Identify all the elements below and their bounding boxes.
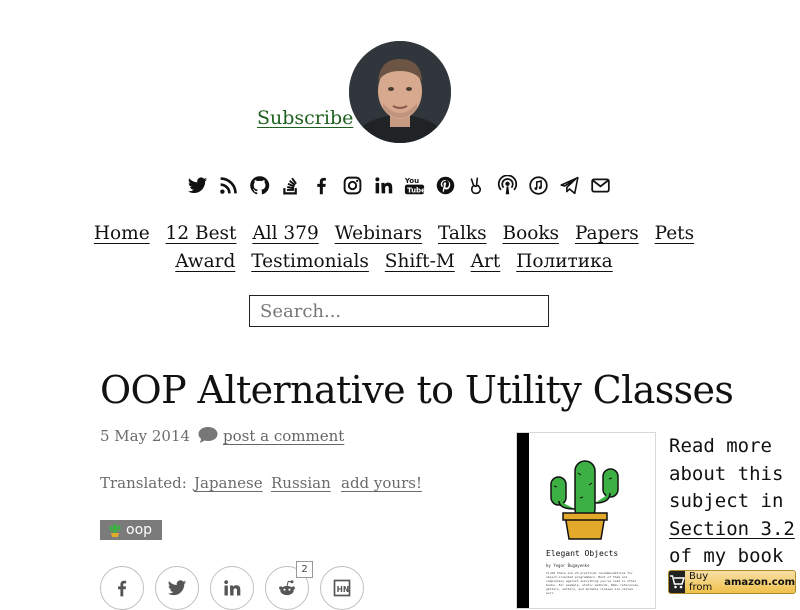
subscribe-link[interactable]: Subscribe bbox=[257, 107, 353, 129]
read-more-line: of my book bbox=[669, 545, 784, 567]
nav-webinars[interactable]: Webinars bbox=[335, 223, 423, 244]
search-input[interactable] bbox=[250, 296, 548, 326]
share-hackernews-button[interactable]: HN bbox=[320, 566, 364, 610]
reddit-icon bbox=[279, 580, 295, 596]
share-facebook-button[interactable] bbox=[100, 566, 144, 610]
book-title: Elegant Objects bbox=[546, 549, 619, 558]
comment-icon bbox=[197, 425, 219, 445]
linkedin-icon[interactable] bbox=[368, 172, 399, 198]
twitter-icon[interactable] bbox=[182, 172, 213, 198]
nav-row-1: Home 12 Best All 379 Webinars Talks Book… bbox=[0, 220, 788, 248]
nav-12-best[interactable]: 12 Best bbox=[166, 223, 237, 244]
pinterest-icon[interactable] bbox=[430, 172, 461, 198]
share-linkedin-button[interactable] bbox=[210, 566, 254, 610]
svg-text:You: You bbox=[404, 176, 419, 184]
music-icon[interactable] bbox=[523, 172, 554, 198]
nav-shift-m[interactable]: Shift-M bbox=[385, 251, 455, 272]
svg-text:HN: HN bbox=[337, 585, 350, 594]
add-translation-link[interactable]: add yours! bbox=[341, 474, 422, 492]
read-more-line: Read more bbox=[669, 435, 772, 457]
amazon-prefix: Buy from bbox=[689, 571, 713, 593]
avatar bbox=[349, 41, 451, 143]
nav-pets[interactable]: Pets bbox=[655, 223, 695, 244]
rss-icon[interactable] bbox=[213, 172, 244, 198]
facebook-icon bbox=[118, 580, 127, 597]
twitter-icon bbox=[167, 580, 187, 596]
facebook-icon[interactable] bbox=[306, 172, 337, 198]
nav-papers[interactable]: Papers bbox=[575, 223, 639, 244]
cactus-illustration bbox=[550, 460, 619, 540]
post-title: OOP Alternative to Utility Classes bbox=[100, 368, 734, 412]
section-link[interactable]: Section 3.2 bbox=[669, 518, 795, 540]
reddit-count-badge: 2 bbox=[296, 561, 313, 578]
cactus-icon bbox=[109, 524, 121, 537]
nav-art[interactable]: Art bbox=[471, 251, 501, 272]
youtube-icon[interactable]: You Tube bbox=[399, 172, 430, 198]
nav-row-2: Award Testimonials Shift-M Art Политика bbox=[0, 248, 788, 276]
instagram-icon[interactable] bbox=[337, 172, 368, 198]
peace-icon[interactable] bbox=[461, 172, 492, 198]
social-links: You Tube bbox=[182, 172, 616, 198]
book-blurb: TL;DR There are 23 practical recommendat… bbox=[546, 571, 640, 595]
hackernews-icon: HN bbox=[333, 579, 351, 597]
translated-label: Translated: bbox=[100, 474, 187, 492]
tag-label: oop bbox=[126, 522, 153, 538]
post-comment-link[interactable]: post a comment bbox=[223, 427, 344, 445]
post-date: 5 May 2014 bbox=[100, 427, 191, 445]
book-cover[interactable]: Elegant Objects by Yegor Bugayenko TL;DR… bbox=[516, 432, 656, 609]
share-twitter-button[interactable] bbox=[155, 566, 199, 610]
podcast-icon[interactable] bbox=[492, 172, 523, 198]
main-nav: Home 12 Best All 379 Webinars Talks Book… bbox=[0, 220, 788, 276]
buy-from-amazon-button[interactable]: Buy from amazon.com bbox=[668, 570, 796, 594]
translation-japanese-link[interactable]: Japanese bbox=[194, 474, 263, 492]
tag-oop[interactable]: oop bbox=[100, 520, 163, 540]
nav-award[interactable]: Award bbox=[175, 251, 235, 272]
read-more-line: subject in bbox=[669, 490, 784, 512]
stackoverflow-icon[interactable] bbox=[275, 172, 306, 198]
svg-text:Tube: Tube bbox=[407, 186, 425, 194]
cart-icon bbox=[669, 571, 685, 593]
nav-books[interactable]: Books bbox=[502, 223, 559, 244]
book-spine bbox=[517, 433, 529, 608]
nav-talks[interactable]: Talks bbox=[438, 223, 487, 244]
amazon-brand: amazon.com bbox=[724, 576, 795, 588]
nav-home[interactable]: Home bbox=[94, 223, 150, 244]
search-box bbox=[249, 295, 549, 327]
translation-russian-link[interactable]: Russian bbox=[271, 474, 331, 492]
nav-all[interactable]: All 379 bbox=[252, 223, 318, 244]
linkedin-icon bbox=[224, 580, 241, 596]
github-icon[interactable] bbox=[244, 172, 275, 198]
email-icon[interactable] bbox=[585, 172, 616, 198]
read-more-line: about this bbox=[669, 462, 784, 485]
nav-politics[interactable]: Политика bbox=[516, 251, 613, 272]
read-more-text: Read more about this subject in Section … bbox=[669, 433, 800, 571]
book-author: by Yegor Bugayenko bbox=[546, 563, 590, 568]
nav-testimonials[interactable]: Testimonials bbox=[251, 251, 369, 272]
telegram-icon[interactable] bbox=[554, 172, 585, 198]
